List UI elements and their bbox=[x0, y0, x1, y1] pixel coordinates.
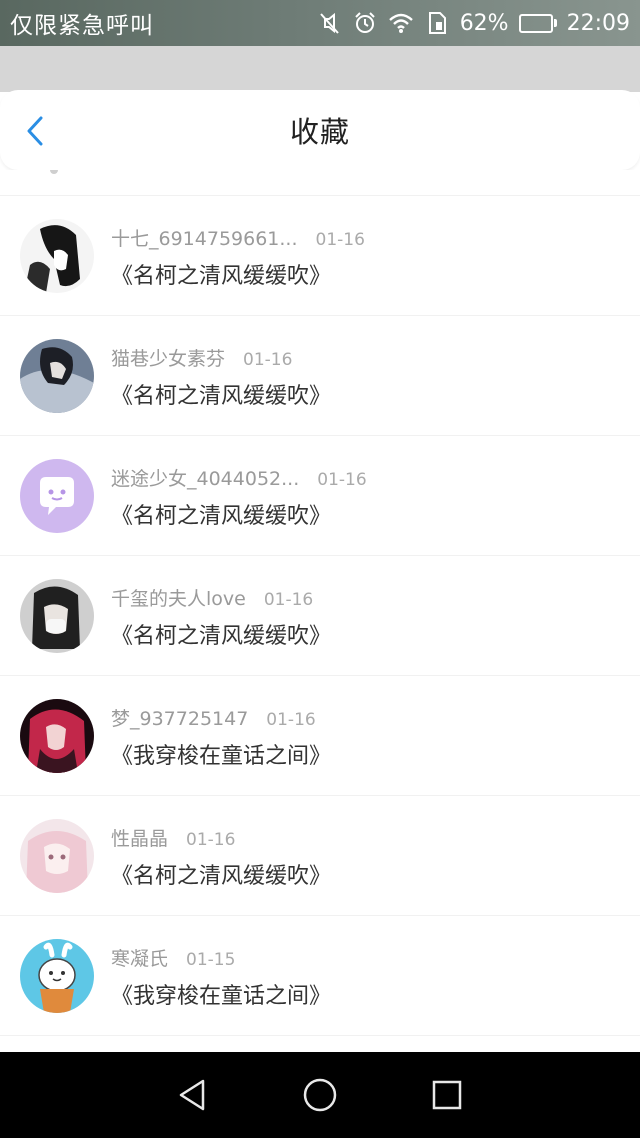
item-date: 01-16 bbox=[243, 350, 293, 370]
avatar[interactable] bbox=[20, 219, 94, 293]
avatar[interactable] bbox=[20, 939, 94, 1013]
wifi-icon bbox=[388, 10, 414, 36]
item-date: 01-16 bbox=[266, 710, 316, 730]
triangle-back-icon bbox=[180, 1079, 205, 1111]
work-title[interactable]: 《我穿梭在童话之间》 bbox=[111, 978, 331, 1010]
user-name[interactable]: 性晶晶 bbox=[111, 828, 168, 850]
work-title[interactable]: 《名柯之清风缓缓吹》 bbox=[111, 498, 331, 530]
nav-home-button[interactable] bbox=[298, 1073, 342, 1117]
work-title[interactable]: 《名柯之清风缓缓吹》 bbox=[111, 258, 331, 290]
user-name[interactable]: 十七_6914759661... bbox=[111, 228, 298, 250]
circle-home-icon bbox=[303, 1078, 337, 1112]
carrier-text: 仅限紧急呼叫 bbox=[10, 13, 154, 39]
avatar[interactable] bbox=[20, 699, 94, 773]
list-item[interactable]: 十七_6914759661... 01-16 《名柯之清风缓缓吹》 bbox=[0, 196, 640, 316]
item-meta: 猫巷少女素芬 01-16 bbox=[111, 344, 292, 371]
user-name[interactable]: 寒凝氏 bbox=[111, 948, 168, 970]
alarm-icon bbox=[352, 10, 378, 36]
avatar[interactable] bbox=[20, 579, 94, 653]
status-bar: 仅限紧急呼叫 62% 22:09 bbox=[0, 0, 640, 46]
item-meta: 千玺的夫人love 01-16 bbox=[111, 584, 313, 611]
battery-icon bbox=[518, 13, 557, 33]
list-item[interactable]: 寒凝氏 01-15 《我穿梭在童话之间》 bbox=[0, 916, 640, 1036]
status-icons: 62% 22:09 bbox=[316, 10, 630, 36]
user-name[interactable]: 梦_937725147 bbox=[111, 708, 248, 730]
avatar[interactable] bbox=[20, 459, 94, 533]
work-title[interactable]: 《我穿梭在童话之间》 bbox=[111, 738, 331, 770]
work-title[interactable]: 《名柯之清风缓缓吹》 bbox=[111, 378, 331, 410]
list-item[interactable]: 猫巷少女素芬 01-16 《名柯之清风缓缓吹》 bbox=[0, 316, 640, 436]
user-name[interactable]: 迷途少女_4044052... bbox=[111, 468, 299, 490]
item-date: 01-16 bbox=[317, 470, 367, 490]
user-name[interactable]: 千玺的夫人love bbox=[111, 588, 246, 610]
avatar[interactable] bbox=[20, 819, 94, 893]
item-date: 01-16 bbox=[315, 230, 365, 250]
item-meta: 性晶晶 01-16 bbox=[111, 824, 235, 851]
page-title: 收藏 bbox=[289, 115, 350, 149]
work-title[interactable]: 《名柯之清风缓缓吹》 bbox=[111, 618, 331, 650]
clock: 22:09 bbox=[566, 10, 630, 36]
item-date: 01-15 bbox=[186, 950, 236, 970]
square-recents-icon bbox=[432, 1080, 461, 1110]
back-button[interactable] bbox=[20, 114, 50, 148]
avatar[interactable] bbox=[20, 339, 94, 413]
item-meta: 梦_937725147 01-16 bbox=[111, 704, 316, 731]
navigation-bar bbox=[0, 1052, 640, 1138]
list-item-partial bbox=[0, 170, 640, 196]
item-meta: 寒凝氏 01-15 bbox=[111, 944, 235, 971]
item-meta: 迷途少女_4044052... 01-16 bbox=[111, 464, 367, 491]
sim-icon bbox=[424, 10, 450, 36]
list-item[interactable]: 千玺的夫人love 01-16 《名柯之清风缓缓吹》 bbox=[0, 556, 640, 676]
list-item[interactable]: 梦_937725147 01-16 《我穿梭在童话之间》 bbox=[0, 676, 640, 796]
overlay-band bbox=[0, 46, 640, 92]
nav-back-button[interactable] bbox=[171, 1073, 215, 1117]
list-item[interactable]: 性晶晶 01-16 《名柯之清风缓缓吹》 bbox=[0, 796, 640, 916]
item-meta: 十七_6914759661... 01-16 bbox=[111, 224, 365, 251]
nav-recents-button[interactable] bbox=[425, 1073, 469, 1117]
work-title[interactable]: 《名柯之清风缓缓吹》 bbox=[111, 858, 331, 890]
header: 收藏 bbox=[0, 90, 640, 170]
item-date: 01-16 bbox=[263, 590, 314, 610]
mute-icon bbox=[316, 10, 342, 36]
chevron-left-icon bbox=[27, 116, 43, 146]
battery-percent: 62% bbox=[459, 10, 509, 36]
item-date: 01-16 bbox=[186, 830, 236, 850]
list-item[interactable]: 迷途少女_4044052... 01-16 《名柯之清风缓缓吹》 bbox=[0, 436, 640, 556]
user-name[interactable]: 猫巷少女素芬 bbox=[111, 348, 225, 370]
favorites-list[interactable]: 十七_6914759661... 01-16 《名柯之清风缓缓吹》 猫巷少女素芬 0… bbox=[0, 170, 640, 1052]
